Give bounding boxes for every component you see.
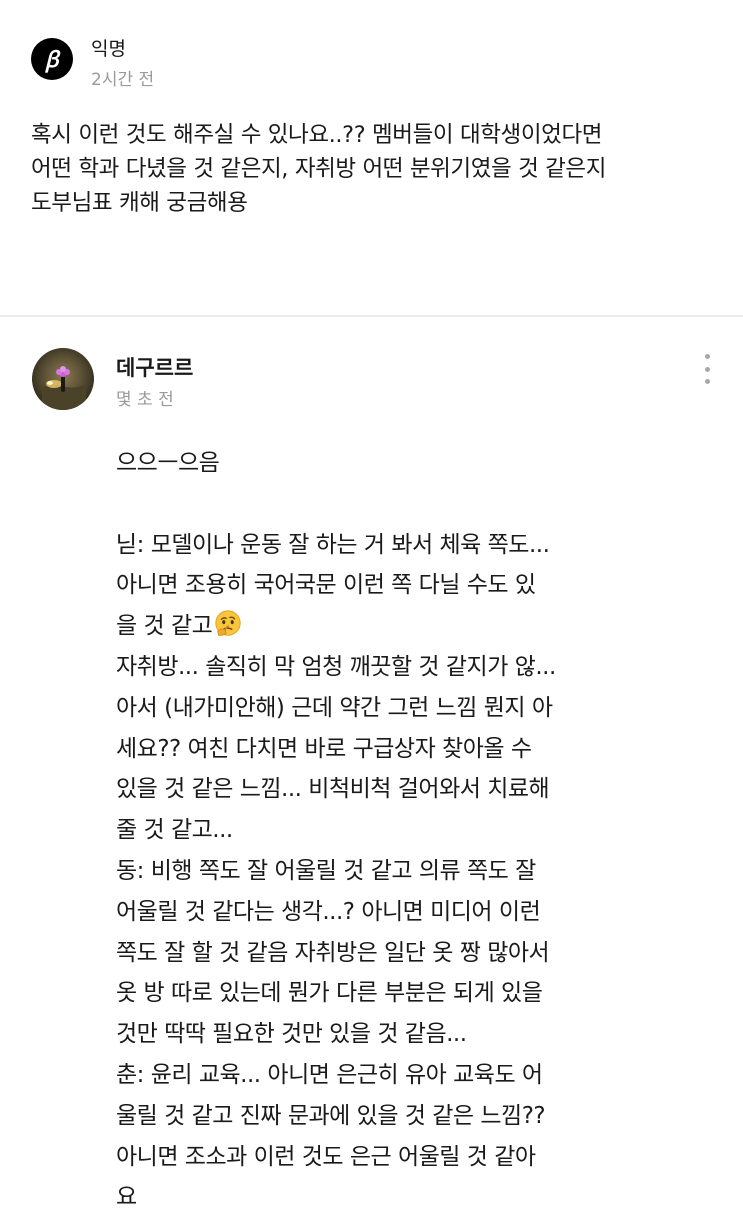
anonymous-avatar: ꞵ (31, 38, 73, 80)
question-text: 혹시 이런 것도 해주실 수 있나요..?? 멤버들이 대학생이었다면 어떤 학… (31, 118, 731, 220)
answer-line: 요 (116, 1184, 137, 1211)
answer-line: 춘: 윤리 교육... 아니면 은근히 유아 교육도 어 (116, 1061, 543, 1088)
answer-text: 으으ㅡ으음 닏: 모델이나 운동 잘 하는 거 봐서 체육 쪽도... 아니면 … (116, 443, 636, 1218)
user-avatar[interactable] (32, 348, 94, 410)
answer-line: 것만 딱딱 필요한 것만 있을 것 같음... (116, 1021, 467, 1048)
more-dot (704, 354, 710, 359)
answer-line: 아니면 조용히 국어국문 이런 쪽 다닐 수도 있 (116, 572, 536, 599)
answer-line: 자취방... 솔직히 막 엄청 깨끗할 것 같지가 않... (116, 653, 556, 680)
answer-line: 닏: 모델이나 운동 잘 하는 거 봐서 체육 쪽도... (116, 531, 550, 558)
question-card: ꞵ 익명 2시간 전 혹시 이런 것도 해주실 수 있나요..?? 멤버들이 대… (0, 0, 743, 315)
answer-line: 옷 방 따로 있는데 뭔가 다른 부분은 되게 있을 (116, 980, 543, 1007)
more-dot (704, 379, 710, 384)
thinking-face-icon (215, 610, 241, 637)
question-line: 도부님표 캐해 궁금해용 (31, 190, 248, 216)
answer-line: 아서 (내가미안해) 근데 약간 그런 느낌 뭔지 아 (116, 694, 553, 721)
answer-line: 어울릴 것 같다는 생각...? 아니면 미디어 이런 (116, 898, 541, 925)
answer-line-with-emoji: 을 것 같고 (116, 606, 636, 647)
answer-timestamp: 몇 초 전 (116, 390, 174, 410)
answer-line: 동: 비행 쪽도 잘 어울릴 것 같고 의류 쪽도 잘 (116, 857, 536, 884)
question-line: 혹시 이런 것도 해주실 수 있나요..?? 멤버들이 대학생이었다면 (31, 122, 603, 148)
question-author: 익명 (91, 38, 126, 60)
answer-line: 줄 것 같고... (116, 817, 233, 844)
answer-line: 아니면 조소과 이런 것도 은근 어울릴 것 같아 (116, 1143, 536, 1170)
answer-line: 으으ㅡ으음 (116, 450, 220, 476)
divider (0, 315, 743, 317)
question-timestamp: 2시간 전 (91, 70, 155, 90)
answer-line-text: 을 것 같고 (116, 613, 213, 640)
more-options-icon[interactable] (696, 354, 718, 384)
answer-author[interactable]: 데구르르 (116, 352, 193, 382)
answer-line: 세요?? 여친 다치면 바로 구급상자 찾아올 수 (116, 735, 532, 762)
answer-line: 울릴 것 같고 진짜 문과에 있을 것 같은 느낌?? (116, 1102, 546, 1129)
avatar-image (37, 366, 89, 410)
answer-line: 있을 것 같은 느낌... 비척비척 걸어와서 치료해 (116, 776, 550, 803)
answer-line: 쪽도 잘 할 것 같음 자취방은 일단 옷 짱 많아서 (116, 939, 550, 966)
question-line: 어떤 학과 다녔을 것 같은지, 자취방 어떤 분위기였을 것 같은지 (31, 156, 607, 182)
more-dot (704, 366, 710, 372)
